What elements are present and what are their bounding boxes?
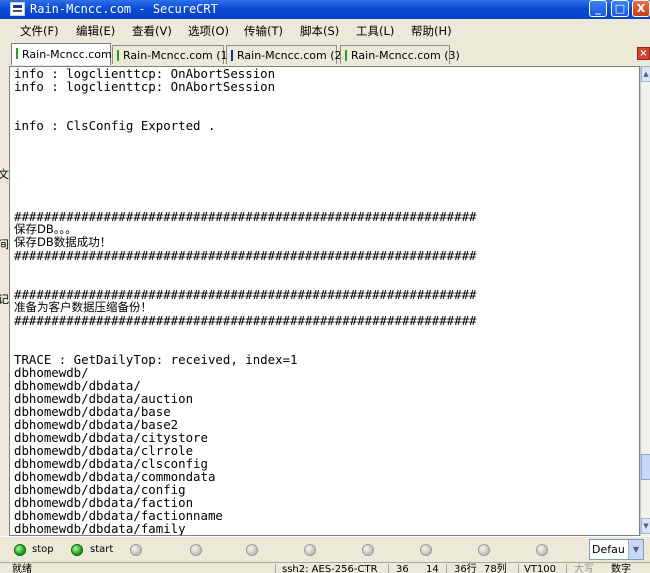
tab-session-1[interactable]: Rain-Mcncc.com (1) bbox=[112, 45, 232, 64]
empty-button-icon[interactable] bbox=[420, 544, 432, 556]
scroll-thumb[interactable] bbox=[641, 454, 650, 480]
tab-status-indicator bbox=[16, 48, 18, 59]
status-divider bbox=[446, 564, 447, 573]
menu-bar: 文件(F) 编辑(E) 查看(V) 选项(O) 传输(T) 脚本(S) 工具(L… bbox=[0, 19, 650, 42]
menu-options[interactable]: 选项(O) bbox=[188, 23, 229, 39]
minimize-button[interactable]: _ bbox=[589, 0, 607, 17]
button-bar-select[interactable]: Defau ▼ bbox=[589, 539, 644, 560]
close-button[interactable]: X bbox=[632, 0, 650, 17]
stop-status-icon[interactable] bbox=[14, 544, 26, 556]
menu-script[interactable]: 脚本(S) bbox=[300, 23, 339, 39]
tab-label: Rain-Mcncc.com (2) bbox=[237, 49, 346, 62]
close-tab-icon[interactable]: × bbox=[637, 47, 650, 60]
menu-view[interactable]: 查看(V) bbox=[132, 23, 172, 39]
terminal-line: ########################################… bbox=[14, 248, 477, 263]
tab-session-2[interactable]: Rain-Mcncc.com (2) bbox=[226, 45, 346, 64]
start-status-icon[interactable] bbox=[71, 544, 83, 556]
securecrt-app-icon[interactable] bbox=[10, 2, 25, 16]
securecrt-window: Rain-Mcncc.com - SecureCRT _ □ X 文件(F) 编… bbox=[0, 0, 650, 573]
status-row: 36 bbox=[396, 564, 409, 573]
status-divider bbox=[388, 564, 389, 573]
status-col: 14 bbox=[426, 564, 439, 573]
button-bar: stop start bbox=[0, 536, 650, 562]
window-title: Rain-Mcncc.com - SecureCRT bbox=[30, 2, 218, 16]
empty-button-icon[interactable] bbox=[536, 544, 548, 556]
start-button[interactable]: start bbox=[90, 544, 113, 556]
empty-button-icon[interactable] bbox=[190, 544, 202, 556]
status-rows: 36行 bbox=[454, 564, 477, 573]
empty-button-icon[interactable] bbox=[246, 544, 258, 556]
tab-session-3[interactable]: Rain-Mcncc.com (3) bbox=[340, 45, 460, 64]
button-bar-select-value: Defau bbox=[592, 543, 625, 556]
tab-session-0[interactable]: Rain-Mcncc.com bbox=[11, 43, 112, 65]
menu-transfer[interactable]: 传输(T) bbox=[244, 23, 283, 39]
status-cols: 78列 bbox=[484, 564, 507, 573]
stop-button[interactable]: stop bbox=[32, 544, 54, 556]
status-bar: 就绪 ssh2: AES-256-CTR 36 14 36行 78列 VT100… bbox=[0, 562, 650, 573]
status-caps: 大写 bbox=[574, 564, 594, 573]
status-divider bbox=[275, 564, 276, 573]
maximize-button[interactable]: □ bbox=[611, 0, 629, 17]
status-num: 数字 bbox=[611, 564, 631, 573]
terminal-output[interactable]: info : logclienttcp: OnAbortSession info … bbox=[9, 66, 640, 536]
empty-button-icon[interactable] bbox=[362, 544, 374, 556]
terminal-line: ########################################… bbox=[14, 313, 477, 328]
tab-label: Rain-Mcncc.com (1) bbox=[123, 49, 232, 62]
status-ready: 就绪 bbox=[12, 564, 32, 573]
status-divider bbox=[518, 564, 519, 573]
terminal-line: dbhomewdb/dbdata/family bbox=[14, 521, 186, 536]
status-cipher: ssh2: AES-256-CTR bbox=[282, 564, 378, 573]
empty-button-icon[interactable] bbox=[304, 544, 316, 556]
terminal-line: ########################################… bbox=[14, 209, 477, 224]
tab-label: Rain-Mcncc.com bbox=[22, 48, 112, 61]
menu-file[interactable]: 文件(F) bbox=[20, 23, 59, 39]
menu-edit[interactable]: 编辑(E) bbox=[76, 23, 115, 39]
background-window-edge: 文 间 记 bbox=[0, 66, 9, 536]
tab-status-indicator bbox=[231, 50, 233, 61]
tab-label: Rain-Mcncc.com (3) bbox=[351, 49, 460, 62]
terminal-line: info : ClsConfig Exported . bbox=[14, 118, 216, 133]
chevron-down-icon[interactable]: ▼ bbox=[628, 540, 643, 559]
scroll-down-icon[interactable]: ▼ bbox=[641, 518, 650, 534]
scroll-up-icon[interactable]: ▲ bbox=[641, 66, 650, 82]
vertical-scrollbar[interactable]: ▲ ▼ bbox=[640, 66, 650, 536]
status-term: VT100 bbox=[524, 564, 557, 573]
terminal-lines: info : logclienttcp: OnAbortSession info … bbox=[14, 67, 477, 535]
title-bar[interactable]: Rain-Mcncc.com - SecureCRT _ □ X bbox=[0, 0, 650, 19]
tab-status-indicator bbox=[117, 50, 119, 61]
empty-button-icon[interactable] bbox=[130, 544, 142, 556]
session-tab-bar: Rain-Mcncc.com Rain-Mcncc.com (1) Rain-M… bbox=[0, 42, 650, 66]
menu-help[interactable]: 帮助(H) bbox=[411, 23, 452, 39]
terminal-line: info : logclienttcp: OnAbortSession bbox=[14, 79, 276, 94]
menu-tools[interactable]: 工具(L) bbox=[356, 23, 394, 39]
status-divider bbox=[566, 564, 567, 573]
empty-button-icon[interactable] bbox=[478, 544, 490, 556]
tab-status-indicator bbox=[345, 50, 347, 61]
